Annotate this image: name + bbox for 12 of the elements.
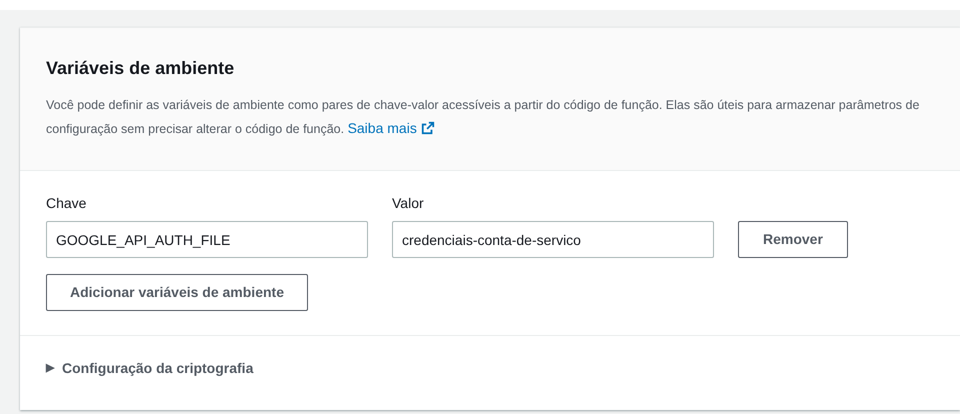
column-label: Chave <box>46 194 88 213</box>
value-field[interactable]: credenciais-conta-de-servico <box>392 221 714 258</box>
column-label: Valor <box>392 194 425 213</box>
external-link-icon <box>420 120 435 135</box>
panel-description: Você pode definir as variáveis de ambiente como pares de chave-valor acessíveis a partir do código de função. Elas são úteis para armazenar parâmetros de configuração sem precisar alterar o código de função. Saiba mais <box>46 96 920 138</box>
panel-title: Variáveis de ambiente <box>46 58 236 80</box>
key-field[interactable]: GOOGLE_API_AUTH_FILE <box>46 221 368 258</box>
expand-toggle[interactable]: ▶ <box>46 360 54 377</box>
add-variable-button[interactable]: Adicionar variáveis de ambiente <box>46 274 308 311</box>
learn-more-link[interactable]: Saiba mais <box>348 120 435 136</box>
remove-button[interactable]: Remover <box>738 221 848 258</box>
section-label[interactable]: Configuração da criptografia <box>62 358 254 379</box>
